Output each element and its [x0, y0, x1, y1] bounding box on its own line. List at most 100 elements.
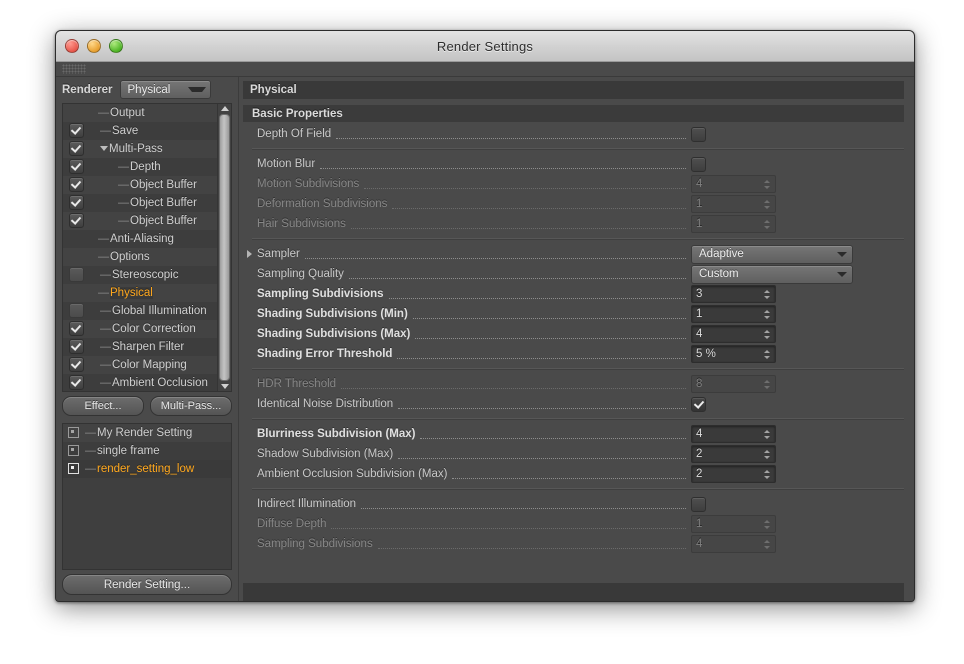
tree-item-stereoscopic[interactable]: — Stereoscopic [63, 265, 217, 284]
property-number-input[interactable]: 2 [691, 445, 776, 463]
expand-triangle-icon[interactable] [247, 250, 252, 258]
property-number-input[interactable]: 4 [691, 325, 776, 343]
leader-dots [364, 188, 686, 189]
tree-item-checkbox[interactable] [69, 321, 84, 337]
stepper-arrows-icon[interactable] [764, 219, 771, 230]
tree-item-checkbox[interactable] [69, 195, 84, 211]
stepper-arrows-icon[interactable] [764, 429, 771, 440]
tree-item-color-correction[interactable]: — Color Correction [63, 319, 217, 338]
tree-item-label: Color Mapping [112, 358, 187, 371]
tree-item-physical[interactable]: — Physical [63, 283, 217, 302]
property-number-value: 4 [696, 538, 703, 550]
scroll-up-icon[interactable] [220, 105, 229, 111]
tree-item-object-buffer[interactable]: — Object Buffer [63, 175, 217, 194]
property-number-input[interactable]: 1 [691, 305, 776, 323]
tree-item-checkbox[interactable] [69, 177, 84, 193]
tree-item-color-mapping[interactable]: — Color Mapping [63, 355, 217, 374]
property-field-wrap [691, 126, 904, 142]
leader-dots [336, 138, 686, 139]
render-setting-row[interactable]: — My Render Setting [63, 423, 231, 442]
stepper-arrows-icon[interactable] [764, 449, 771, 460]
property-checkbox[interactable] [691, 496, 706, 512]
property-dropdown[interactable]: Custom [691, 264, 853, 284]
tree-item-checkbox[interactable] [69, 141, 84, 157]
window-body: Renderer Physical — Output — Save Multi-Pass… [56, 77, 914, 601]
tree-vertical-scrollbar[interactable] [217, 103, 231, 391]
tree-item-ambient-occlusion[interactable]: — Ambient Occlusion [63, 373, 217, 391]
leader-dots [377, 548, 686, 549]
property-field-wrap: 1 [691, 515, 904, 533]
tree-item-checkbox[interactable] [69, 267, 84, 283]
scroll-down-icon[interactable] [220, 383, 229, 389]
property-number-value: 3 [696, 288, 703, 300]
disclosure-triangle-icon[interactable] [100, 146, 108, 152]
tree-item-output[interactable]: — Output [63, 103, 217, 122]
stepper-arrows-icon[interactable] [764, 349, 771, 360]
tree-item-label: Physical [110, 286, 153, 299]
stepper-arrows-icon[interactable] [764, 199, 771, 210]
stepper-arrows-icon[interactable] [764, 179, 771, 190]
stepper-arrows-icon[interactable] [764, 469, 771, 480]
property-field-wrap: 2 [691, 465, 904, 483]
property-number-input[interactable]: 4 [691, 425, 776, 443]
property-number-input[interactable]: 5 % [691, 345, 776, 363]
tree-item-checkbox[interactable] [69, 159, 84, 175]
close-window-icon[interactable] [65, 39, 79, 53]
property-label: Motion Subdivisions [257, 178, 360, 190]
tree-branch-icon: — [85, 426, 96, 439]
stepper-arrows-icon[interactable] [764, 309, 771, 320]
tree-branch-icon: — [118, 160, 129, 173]
render-setting-active-icon[interactable] [67, 444, 80, 457]
property-row: Diffuse Depth 1 [243, 514, 904, 534]
leader-dots [420, 438, 686, 439]
tree-item-object-buffer[interactable]: — Object Buffer [63, 193, 217, 212]
stepper-arrows-icon[interactable] [764, 289, 771, 300]
property-number-input[interactable]: 3 [691, 285, 776, 303]
tree-item-no-checkbox [69, 232, 82, 245]
effect-buttons-row: Effect... Multi-Pass... [56, 392, 238, 419]
render-setting-active-icon[interactable] [67, 426, 80, 439]
stepper-arrows-icon[interactable] [764, 329, 771, 340]
tree-item-no-checkbox [69, 106, 82, 119]
property-checkbox[interactable] [691, 396, 706, 412]
tree-item-checkbox[interactable] [69, 357, 84, 373]
scrollbar-thumb[interactable] [219, 113, 230, 381]
renderer-label: Renderer [62, 83, 113, 96]
renderer-dropdown[interactable]: Physical [119, 80, 211, 100]
property-field-wrap: 4 [691, 325, 904, 343]
property-number-input[interactable]: 2 [691, 465, 776, 483]
stepper-arrows-icon[interactable] [764, 539, 771, 550]
tree-item-anti-aliasing[interactable]: — Anti-Aliasing [63, 229, 217, 248]
tree-item-save[interactable]: — Save [63, 121, 217, 140]
property-field-wrap: 1 [691, 215, 904, 233]
tree-item-checkbox[interactable] [69, 213, 84, 229]
property-checkbox[interactable] [691, 156, 706, 172]
tree-item-checkbox[interactable] [69, 339, 84, 355]
stepper-arrows-icon[interactable] [764, 379, 771, 390]
window-titlebar[interactable]: Render Settings [56, 31, 914, 62]
tree-item-checkbox[interactable] [69, 375, 84, 391]
property-field-wrap: Adaptive [691, 244, 904, 264]
tree-item-global-illumination[interactable]: — Global Illumination [63, 301, 217, 320]
render-setting-row[interactable]: — render_setting_low [63, 459, 231, 478]
tree-item-checkbox[interactable] [69, 123, 84, 139]
tree-item-sharpen-filter[interactable]: — Sharpen Filter [63, 337, 217, 356]
drag-handle-icon[interactable] [62, 64, 86, 74]
property-dropdown[interactable]: Adaptive [691, 244, 853, 264]
tree-item-object-buffer[interactable]: — Object Buffer [63, 211, 217, 230]
tree-item-options[interactable]: — Options [63, 247, 217, 266]
maximize-window-icon[interactable] [109, 39, 123, 53]
render-setting-active-icon[interactable] [67, 462, 80, 475]
multi-pass-button[interactable]: Multi-Pass... [150, 395, 232, 416]
tree-item-depth[interactable]: — Depth [63, 157, 217, 176]
minimize-window-icon[interactable] [87, 39, 101, 53]
effect-button[interactable]: Effect... [62, 395, 144, 416]
tree-item-checkbox[interactable] [69, 303, 84, 319]
render-setting-button[interactable]: Render Setting... [62, 574, 232, 595]
render-setting-row[interactable]: — single frame [63, 441, 231, 460]
property-row: Indirect Illumination [243, 494, 904, 514]
property-row: Blurriness Subdivision (Max) 4 [243, 424, 904, 444]
stepper-arrows-icon[interactable] [764, 519, 771, 530]
tree-item-multi-pass[interactable]: Multi-Pass [63, 139, 217, 158]
property-checkbox[interactable] [691, 126, 706, 142]
